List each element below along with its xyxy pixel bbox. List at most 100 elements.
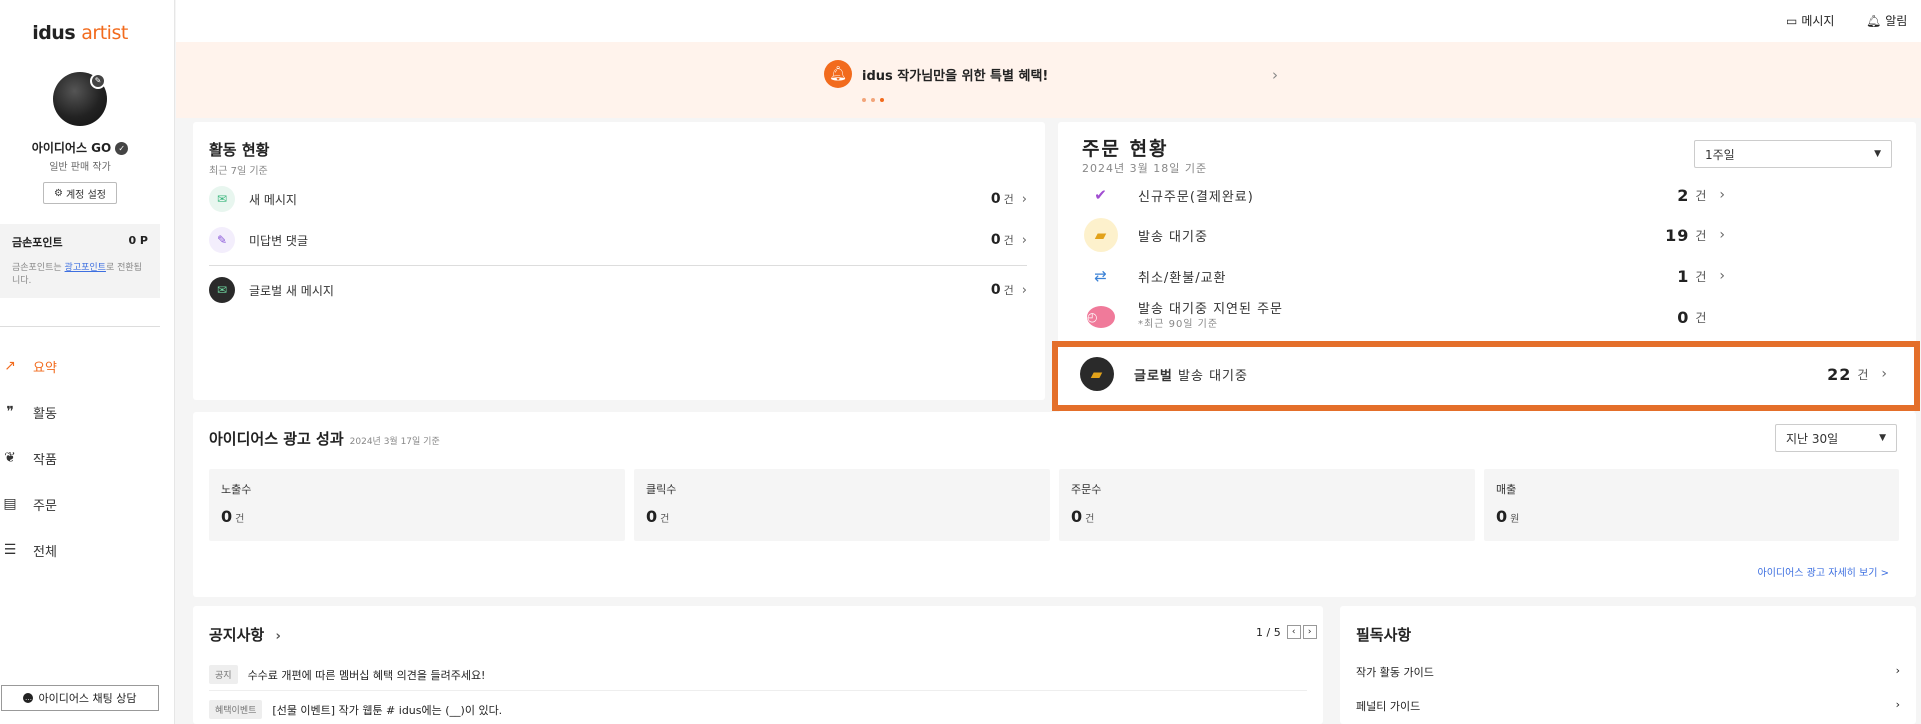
notice-item[interactable]: 공지 수수료 개편에 따른 멤버십 혜택 의견을 들려주세요! xyxy=(209,665,485,684)
sidebar-item-activity[interactable]: ❞ 활동 xyxy=(0,389,160,435)
chevron-right-icon: › xyxy=(1881,366,1888,382)
metric-label: 노출수 xyxy=(221,483,252,496)
order-row-label: 신규주문(결제완료) xyxy=(1138,189,1254,205)
activity-row-count: 0 xyxy=(990,232,1001,248)
banner-dot-active[interactable] xyxy=(880,98,884,102)
metric-label: 매출 xyxy=(1496,483,1517,496)
orders-period-select[interactable]: 1주일 ▼ xyxy=(1694,140,1892,168)
sidebar-item-label: 작품 xyxy=(33,452,57,468)
account-settings-button[interactable]: ⚙ 계정 설정 xyxy=(43,182,117,204)
order-row-unit: 건 xyxy=(1695,228,1708,243)
clock-icon: ◴ xyxy=(1084,300,1118,334)
chevron-right-icon: › xyxy=(1021,191,1027,207)
metric-value: 0원 xyxy=(1496,507,1887,526)
pencil-icon: ✎ xyxy=(209,227,235,253)
alerts-button[interactable]: 🔔︎ 알림 xyxy=(1866,12,1907,29)
banner-next-icon[interactable]: › xyxy=(1272,66,1278,84)
activity-row-count: 0 xyxy=(990,191,1001,207)
activity-row-label: 글로벌 새 메시지 xyxy=(249,283,334,298)
notices-title[interactable]: 공지사항 › xyxy=(209,624,281,645)
sidebar-item-orders[interactable]: ▤ 주문 xyxy=(0,481,160,527)
banner-dot[interactable] xyxy=(862,98,866,102)
chevron-right-icon: › xyxy=(1021,282,1027,298)
must-read-item[interactable]: 페널티 가이드 › xyxy=(1356,698,1900,714)
order-row-label: 발송 대기중 xyxy=(1138,229,1208,245)
messages-button[interactable]: ▭ 메시지 xyxy=(1786,12,1834,29)
account-settings-label: 계정 설정 xyxy=(65,189,106,201)
metric-unit: 건 xyxy=(660,514,670,525)
points-desc-prefix: 금손포인트는 xyxy=(12,263,65,273)
sidebar-item-label: 요약 xyxy=(33,360,57,376)
activity-row-new-messages[interactable]: ✉ 새 메시지 0 건 › xyxy=(209,184,1027,214)
global-message-icon: ✉ xyxy=(209,277,235,303)
bell-icon: 🔔︎ xyxy=(824,60,852,88)
metric-value: 0건 xyxy=(1071,507,1463,526)
order-row-count: 19 xyxy=(1665,225,1690,245)
banner-pagination xyxy=(862,98,884,102)
chevron-down-icon: ▼ xyxy=(1879,433,1886,443)
quote-icon: ❞ xyxy=(6,404,14,420)
sidebar-divider xyxy=(0,326,160,327)
chevron-right-icon: › xyxy=(1719,268,1726,284)
order-row-count: 0 xyxy=(1677,307,1690,327)
profile-name: 아이디어스 GO ✓ xyxy=(0,139,160,156)
box-icon: ▰ xyxy=(1084,218,1118,252)
gear-icon: ⚙ xyxy=(54,187,63,199)
top-header: ▭ 메시지 🔔︎ 알림 xyxy=(176,0,1921,42)
logo[interactable]: idus artist xyxy=(0,22,160,44)
activity-row-unit: 건 xyxy=(1003,193,1014,206)
sidebar-item-all[interactable]: ☰ 전체 xyxy=(0,527,160,573)
metric-label: 주문수 xyxy=(1071,483,1102,496)
notice-text: [선물 이벤트] 작가 웹툰 # idus에는 (__)이 있다. xyxy=(272,703,503,717)
activity-title: 활동 현황 xyxy=(209,141,270,159)
order-row-label-wrap: 발송 대기중 지연된 주문 *최근 90일 기준 xyxy=(1138,302,1677,332)
promo-banner[interactable]: 🔔︎ idus 작가님만을 위한 특별 혜택! › xyxy=(176,42,1921,118)
activity-row-label: 새 메시지 xyxy=(249,192,297,207)
must-read-item[interactable]: 작가 활동 가이드 › xyxy=(1356,664,1900,680)
activity-subtitle: 최근 7일 기준 xyxy=(209,166,268,177)
banner-dot[interactable] xyxy=(871,98,875,102)
metric-impressions: 노출수 0건 xyxy=(209,469,625,541)
notices-pager: 1 / 5 ‹ › xyxy=(1256,625,1317,639)
activity-row-unanswered[interactable]: ✎ 미답변 댓글 0 건 › xyxy=(209,225,1027,255)
order-row-label: 취소/환불/교환 xyxy=(1138,270,1227,286)
order-row-unit: 건 xyxy=(1695,310,1708,325)
message-icon: ▭ xyxy=(1786,13,1798,28)
ads-title: 아이디어스 광고 성과 xyxy=(209,430,344,448)
pager-next-icon[interactable]: › xyxy=(1302,625,1317,639)
ads-detail-link[interactable]: 아이디어스 광고 자세히 보기 > xyxy=(1758,564,1890,579)
activity-row-count: 0 xyxy=(990,282,1001,298)
order-row-waiting[interactable]: ▰ 발송 대기중 19 건 › xyxy=(1084,218,1726,252)
order-row-note: *최근 90일 기준 xyxy=(1138,318,1219,330)
activity-row-global-messages[interactable]: ✉ 글로벌 새 메시지 0 건 › xyxy=(209,275,1027,305)
order-row-delayed: ◴ 발송 대기중 지연된 주문 *최근 90일 기준 0 건 › xyxy=(1084,300,1726,334)
order-row-unit: 건 xyxy=(1695,269,1708,284)
pager-prev-icon[interactable]: ‹ xyxy=(1286,625,1301,639)
notice-tag: 혜택이벤트 xyxy=(209,700,263,719)
highlighted-global-shipping: ▰ 글로벌 발송 대기중 22 건 › xyxy=(1052,341,1920,411)
points-value: 0 P xyxy=(128,234,148,247)
ads-period-select[interactable]: 지난 30일 ▼ xyxy=(1775,424,1897,452)
notice-item[interactable]: 혜택이벤트 [선물 이벤트] 작가 웹툰 # idus에는 (__)이 있다. xyxy=(209,700,502,719)
chat-support-button[interactable]: … 아이디어스 채팅 상담 xyxy=(1,685,159,711)
ad-points-link[interactable]: 광고포인트 xyxy=(65,263,106,273)
sidebar-item-label: 전체 xyxy=(33,544,57,560)
order-row-new[interactable]: ✔ 신규주문(결제완료) 2 건 › xyxy=(1084,178,1726,212)
sidebar-item-summary[interactable]: ↗ 요약 xyxy=(0,343,160,389)
sidebar-item-works[interactable]: ❦ 작품 xyxy=(0,435,160,481)
metric-orders: 주문수 0건 xyxy=(1059,469,1475,541)
order-row-global-waiting[interactable]: ▰ 글로벌 발송 대기중 22 건 › xyxy=(1080,357,1888,391)
metric-number: 0 xyxy=(646,507,658,526)
global-box-icon: ▰ xyxy=(1080,357,1114,391)
order-row-cancel[interactable]: ⇄ 취소/환불/교환 1 건 › xyxy=(1084,259,1726,293)
edit-avatar-icon[interactable]: ✎ xyxy=(90,73,106,89)
order-row-label-bold: 글로벌 xyxy=(1134,368,1173,384)
notice-text: 수수료 개편에 따른 멤버십 혜택 의견을 들려주세요! xyxy=(247,668,486,682)
activity-card: 활동 현황 최근 7일 기준 ✉ 새 메시지 0 건 › ✎ 미답변 댓글 0 … xyxy=(193,122,1045,400)
logo-idus: idus xyxy=(32,22,76,44)
plant-icon: ❦ xyxy=(4,450,16,466)
metric-unit: 원 xyxy=(1510,514,1520,525)
notice-tag: 공지 xyxy=(209,665,238,684)
must-read-label: 페널티 가이드 xyxy=(1356,700,1421,713)
profile-role: 일반 판매 작가 xyxy=(49,162,111,173)
